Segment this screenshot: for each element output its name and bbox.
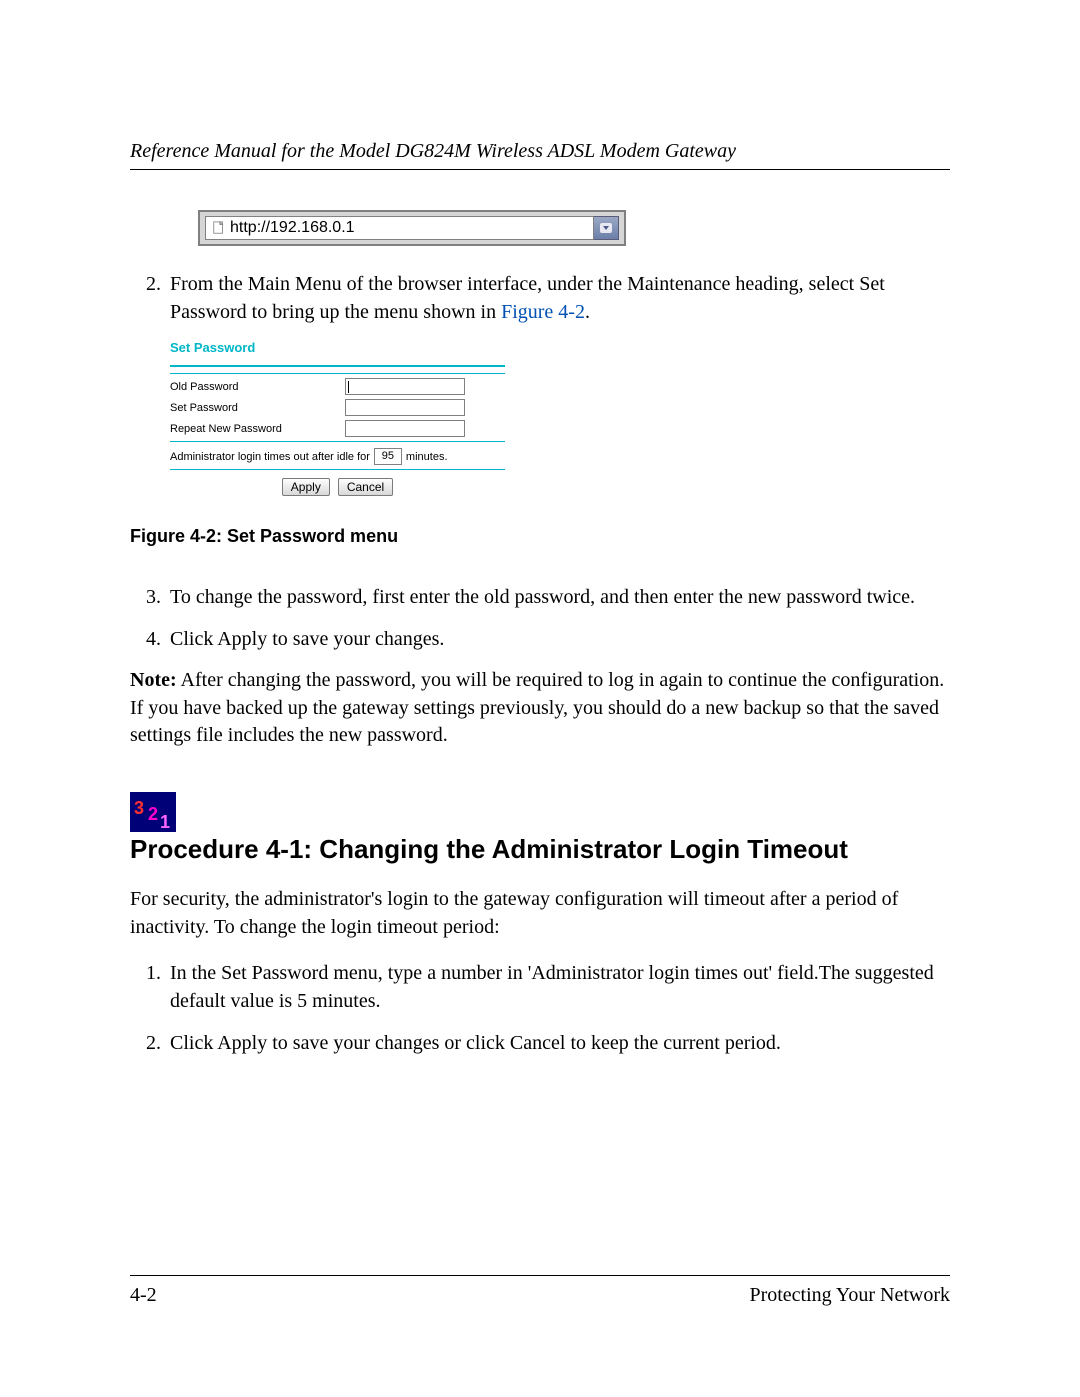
set-password-panel: Set Password Old Password Set Password R… bbox=[170, 340, 505, 496]
page-number: 4-2 bbox=[130, 1284, 157, 1307]
list-item-3: To change the password, first enter the … bbox=[166, 583, 950, 611]
ordered-list-procedure: In the Set Password menu, type a number … bbox=[130, 959, 950, 1057]
row-timeout: Administrator login times out after idle… bbox=[170, 448, 505, 465]
timeout-suffix: minutes. bbox=[406, 451, 448, 463]
list-item-4: Click Apply to save your changes. bbox=[166, 625, 950, 653]
address-field[interactable]: http://192.168.0.1 bbox=[205, 216, 594, 240]
ordered-list-top: From the Main Menu of the browser interf… bbox=[130, 270, 950, 326]
row-repeat-password: Repeat New Password bbox=[170, 420, 505, 437]
procedure-step-1: In the Set Password menu, type a number … bbox=[166, 959, 950, 1015]
cancel-button[interactable]: Cancel bbox=[338, 478, 393, 496]
apply-button[interactable]: Apply bbox=[282, 478, 330, 496]
text-cursor bbox=[348, 381, 349, 393]
procedure-step-2: Click Apply to save your changes or clic… bbox=[166, 1029, 950, 1057]
input-old-password[interactable] bbox=[345, 378, 465, 395]
address-bar-figure: http://192.168.0.1 bbox=[198, 210, 626, 246]
paper-icon bbox=[212, 221, 226, 235]
procedure-heading: Procedure 4-1: Changing the Administrato… bbox=[130, 834, 950, 865]
step2-text-b: . bbox=[585, 301, 590, 323]
document-page: Reference Manual for the Model DG824M Wi… bbox=[0, 0, 1080, 1397]
figure-link[interactable]: Figure 4-2 bbox=[501, 301, 585, 323]
label-repeat-password: Repeat New Password bbox=[170, 423, 345, 435]
address-url-text: http://192.168.0.1 bbox=[230, 219, 355, 237]
divider bbox=[170, 469, 505, 470]
countdown-icon: 321 bbox=[130, 792, 176, 832]
row-set-password: Set Password bbox=[170, 399, 505, 416]
note-label: Note: bbox=[130, 669, 177, 691]
address-bar: http://192.168.0.1 bbox=[198, 210, 626, 246]
ordered-list-mid: To change the password, first enter the … bbox=[130, 583, 950, 653]
label-old-password: Old Password bbox=[170, 381, 345, 393]
page-footer: 4-2 Protecting Your Network bbox=[130, 1275, 950, 1307]
address-dropdown-button[interactable] bbox=[594, 216, 619, 240]
label-set-password: Set Password bbox=[170, 402, 345, 414]
divider bbox=[170, 441, 505, 442]
panel-title: Set Password bbox=[170, 340, 505, 355]
intro-gateway: gateway bbox=[483, 888, 550, 910]
input-set-password[interactable] bbox=[345, 399, 465, 416]
button-row: Apply Cancel bbox=[170, 478, 505, 496]
divider bbox=[170, 365, 505, 367]
running-header: Reference Manual for the Model DG824M Wi… bbox=[130, 140, 950, 170]
input-repeat-password[interactable] bbox=[345, 420, 465, 437]
procedure-intro: For security, the administrator's login … bbox=[130, 885, 950, 941]
list-item-2: From the Main Menu of the browser interf… bbox=[166, 270, 950, 326]
figure-caption: Figure 4-2: Set Password menu bbox=[130, 526, 950, 547]
note-body: After changing the password, you will be… bbox=[130, 669, 944, 746]
chevron-down-icon bbox=[600, 223, 612, 233]
row-old-password: Old Password bbox=[170, 378, 505, 395]
timeout-prefix: Administrator login times out after idle… bbox=[170, 451, 370, 463]
section-title: Protecting Your Network bbox=[749, 1284, 950, 1307]
intro-a: For security, the administrator's login … bbox=[130, 888, 483, 910]
input-timeout-minutes[interactable]: 95 bbox=[374, 448, 402, 465]
divider bbox=[170, 373, 505, 374]
note-paragraph: Note: After changing the password, you w… bbox=[130, 667, 950, 750]
